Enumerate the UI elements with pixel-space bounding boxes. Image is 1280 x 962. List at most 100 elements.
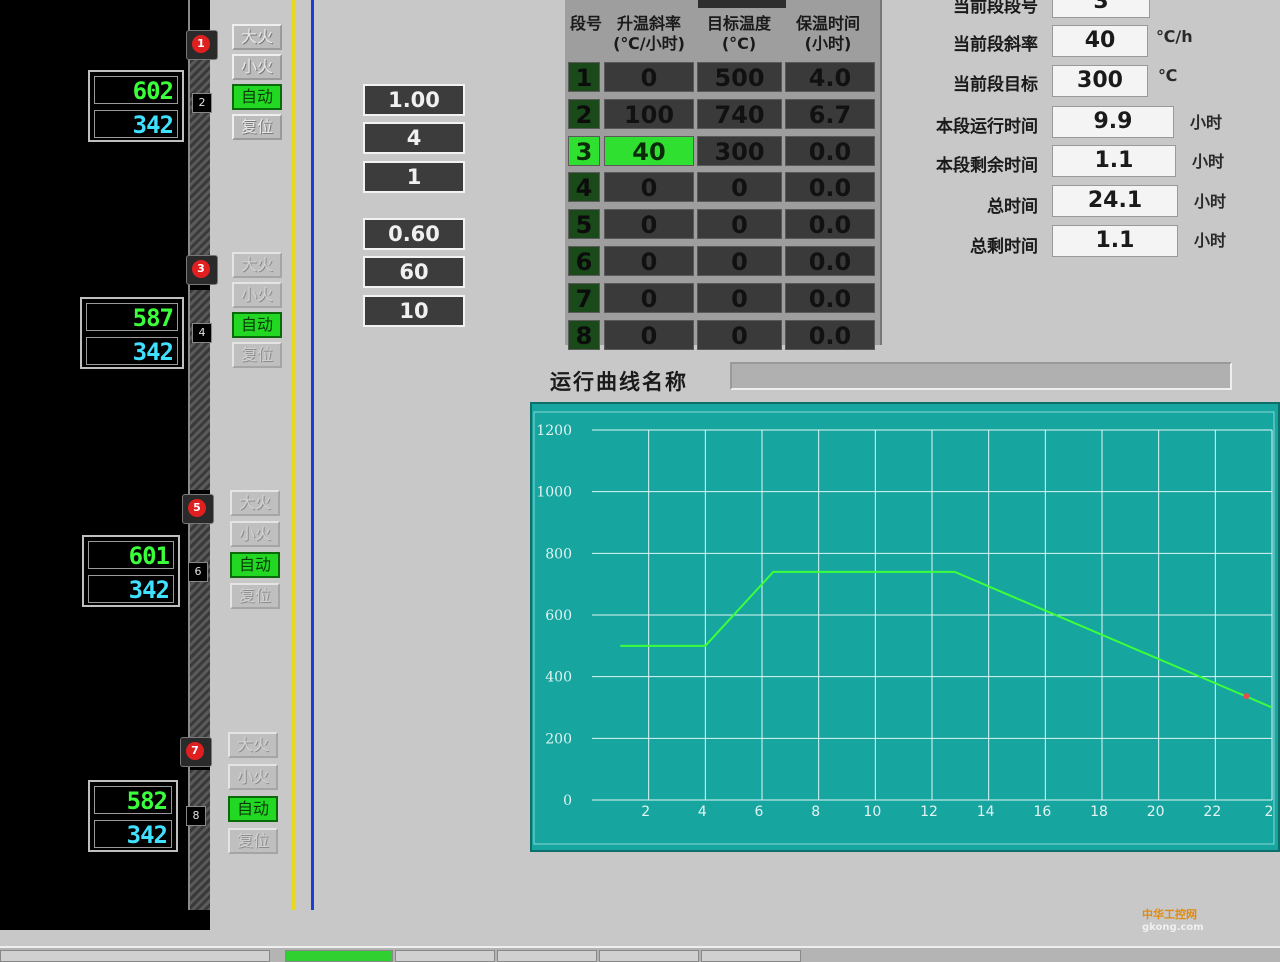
- seg-rate-cell[interactable]: 0: [604, 319, 694, 350]
- seg-index-cell[interactable]: 5: [568, 209, 600, 240]
- seg-hold-cell[interactable]: 4.0: [785, 62, 875, 92]
- param-value[interactable]: 60: [363, 256, 465, 288]
- current-seg-value: 3: [1052, 0, 1150, 18]
- zone-pv-display: 582: [94, 786, 172, 815]
- high-fire-button[interactable]: 大火: [232, 24, 282, 50]
- seg-temp-cell[interactable]: 0: [697, 172, 782, 203]
- seg-temp-cell[interactable]: 300: [697, 135, 782, 166]
- bottom-tab[interactable]: [701, 950, 801, 962]
- x-tick-label: 6: [755, 804, 764, 820]
- y-tick-label: 1200: [536, 423, 572, 439]
- zone-badge-1: 1: [186, 30, 218, 60]
- high-fire-button[interactable]: 大火: [232, 252, 282, 278]
- curve-name-label: 运行曲线名称: [550, 370, 688, 394]
- chart-svg: 0200400600800100012002 4 6 8 10 12 14 16 18 20 22 2: [533, 411, 1275, 845]
- zone-readout: 602 342: [88, 70, 184, 142]
- reset-button[interactable]: 复位: [232, 342, 282, 368]
- reset-button[interactable]: 复位: [232, 114, 282, 140]
- zone-number: 8: [186, 806, 206, 826]
- seg-temp-cell[interactable]: 0: [697, 209, 782, 240]
- bottom-tab[interactable]: [0, 950, 270, 962]
- high-fire-button[interactable]: 大火: [230, 490, 280, 516]
- seg-rate-cell[interactable]: 0: [604, 172, 694, 203]
- seg-hold-cell[interactable]: 6.7: [785, 98, 875, 129]
- blue-divider: [311, 0, 314, 910]
- header-hold-time: 保温时间 (小时): [795, 14, 860, 53]
- low-fire-button[interactable]: 小火: [232, 54, 282, 80]
- seg-hold-cell[interactable]: 0.0: [785, 135, 875, 166]
- x-tick-label: 4: [698, 804, 707, 820]
- temperature-curve-line: [620, 570, 1273, 709]
- zone-sv-display: 342: [94, 110, 178, 139]
- seg-index-cell[interactable]: 7: [568, 282, 600, 313]
- bottom-tab[interactable]: [599, 950, 699, 962]
- bottom-tab[interactable]: [395, 950, 495, 962]
- param-value[interactable]: 10: [363, 295, 465, 327]
- seg-hold-cell[interactable]: 0.0: [785, 172, 875, 203]
- seg-temp-cell[interactable]: 500: [697, 62, 782, 92]
- current-seg-label: 当前段段号: [953, 0, 1038, 17]
- zone-sv-display: 342: [88, 575, 174, 604]
- seg-rate-cell[interactable]: 0: [604, 62, 694, 92]
- seg-run-time-unit: 小时: [1190, 113, 1223, 132]
- seg-temp-cell[interactable]: 0: [697, 246, 782, 276]
- zone-sv-display: 342: [94, 820, 172, 849]
- low-fire-button[interactable]: 小火: [228, 764, 278, 790]
- current-position-marker: [1243, 693, 1250, 700]
- param-value[interactable]: 0.60: [363, 218, 465, 250]
- seg-index-cell[interactable]: 2: [568, 98, 600, 129]
- param-value[interactable]: 4: [363, 122, 465, 154]
- seg-temp-cell[interactable]: 0: [697, 319, 782, 350]
- seg-index-cell[interactable]: 3: [568, 135, 600, 166]
- zone-number: 4: [192, 323, 212, 343]
- param-value[interactable]: 1.00: [363, 84, 465, 116]
- seg-hold-cell[interactable]: 0.0: [785, 246, 875, 276]
- seg-remain-value: 1.1: [1052, 145, 1176, 177]
- seg-index-cell[interactable]: 6: [568, 246, 600, 276]
- seg-rate-cell[interactable]: 40: [604, 135, 694, 166]
- y-tick-label: 600: [545, 608, 572, 624]
- seg-temp-cell[interactable]: 740: [697, 98, 782, 129]
- total-time-unit: 小时: [1194, 192, 1227, 211]
- y-tick-label: 400: [545, 670, 572, 686]
- y-tick-label: 200: [545, 731, 572, 747]
- zone-pv-display: 587: [86, 303, 178, 332]
- auto-button[interactable]: 自动: [230, 552, 280, 578]
- reset-button[interactable]: 复位: [230, 583, 280, 609]
- seg-hold-cell[interactable]: 0.0: [785, 282, 875, 313]
- auto-button[interactable]: 自动: [228, 796, 278, 822]
- high-fire-button[interactable]: 大火: [228, 732, 278, 758]
- seg-index-cell[interactable]: 4: [568, 172, 600, 203]
- auto-button[interactable]: 自动: [232, 84, 282, 110]
- reset-button[interactable]: 复位: [228, 828, 278, 854]
- seg-index-cell[interactable]: 1: [568, 62, 600, 92]
- bottom-tab[interactable]: [497, 950, 597, 962]
- current-rate-value: 40: [1052, 25, 1148, 57]
- total-time-label: 总时间: [987, 197, 1038, 217]
- auto-button[interactable]: 自动: [232, 312, 282, 338]
- low-fire-button[interactable]: 小火: [232, 282, 282, 308]
- zone-readout: 582 342: [88, 780, 178, 852]
- x-tick-label: 16: [1033, 804, 1051, 820]
- param-value[interactable]: 1: [363, 161, 465, 193]
- seg-rate-cell[interactable]: 100: [604, 98, 694, 129]
- y-tick-label: 0: [563, 793, 572, 809]
- zone-number: 6: [188, 562, 208, 582]
- seg-rate-cell[interactable]: 0: [604, 246, 694, 276]
- x-tick-label: 12: [920, 804, 938, 820]
- watermark: 中华工控网 gkong.com: [1142, 906, 1204, 933]
- seg-rate-cell[interactable]: 0: [604, 209, 694, 240]
- current-rate-unit: ℃/h: [1156, 27, 1193, 46]
- zone-strip: [190, 770, 210, 910]
- zone-badge-5: 5: [182, 494, 214, 524]
- seg-hold-cell[interactable]: 0.0: [785, 209, 875, 240]
- seg-rate-cell[interactable]: 0: [604, 282, 694, 313]
- zone-readout: 601 342: [82, 535, 180, 607]
- seg-run-time-value: 9.9: [1052, 106, 1174, 138]
- seg-hold-cell[interactable]: 0.0: [785, 319, 875, 350]
- bottom-tab-active[interactable]: [285, 950, 393, 962]
- seg-temp-cell[interactable]: 0: [697, 282, 782, 313]
- low-fire-button[interactable]: 小火: [230, 521, 280, 547]
- curve-name-field[interactable]: [730, 362, 1232, 390]
- seg-index-cell[interactable]: 8: [568, 319, 600, 350]
